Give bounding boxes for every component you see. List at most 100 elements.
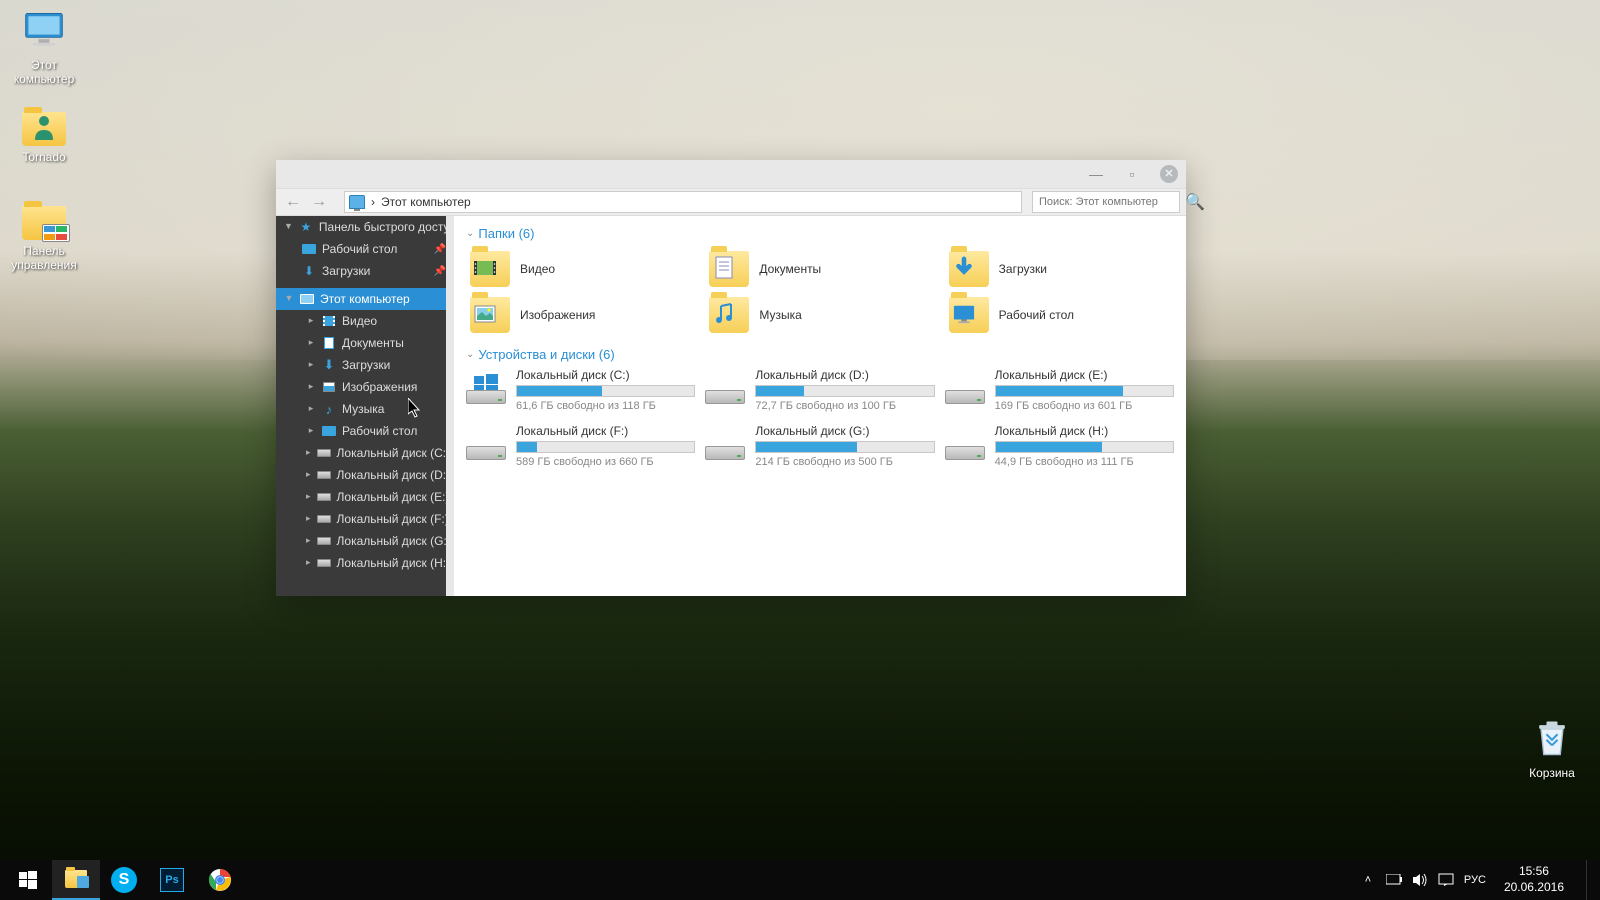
tray-clock[interactable]: 15:56 20.06.2016 [1496, 864, 1572, 895]
folder-item[interactable]: Загрузки [945, 247, 1174, 291]
sidebar-item[interactable]: ▸Локальный диск (D:) [276, 464, 454, 486]
section-drives[interactable]: ⌄ Устройства и диски (6) [466, 347, 1174, 362]
pin-icon: 📌 [434, 244, 446, 255]
sidebar-item[interactable]: ▸Локальный диск (C:) [276, 442, 454, 464]
chevron-icon: ▸ [306, 315, 316, 326]
drive-usage-bar [516, 385, 695, 397]
drive-item[interactable]: Локальный диск (C:)61,6 ГБ свободно из 1… [466, 368, 695, 412]
drive-usage-bar [755, 385, 934, 397]
folder-icon [470, 251, 510, 287]
taskbar-chrome[interactable] [196, 860, 244, 900]
drive-item[interactable]: Локальный диск (D:)72,7 ГБ свободно из 1… [705, 368, 934, 412]
taskbar-explorer[interactable] [52, 860, 100, 900]
folder-item[interactable]: Рабочий стол [945, 293, 1174, 337]
skype-icon: S [111, 867, 137, 893]
folder-icon [949, 251, 989, 287]
drive-icon [317, 446, 331, 460]
drive-icon [317, 556, 331, 570]
drive-usage-bar [755, 441, 934, 453]
desktop-icon-recycle-bin[interactable]: Корзина [1514, 714, 1590, 780]
sidebar: ▼ ★ Панель быстрого доступа Рабочий стол… [276, 216, 454, 596]
start-button[interactable] [4, 860, 52, 900]
close-button[interactable]: ✕ [1160, 165, 1178, 183]
search-box[interactable]: 🔍 [1032, 191, 1180, 213]
section-folders[interactable]: ⌄ Папки (6) [466, 226, 1174, 241]
drive-icon [945, 374, 985, 404]
folder-item[interactable]: Музыка [705, 293, 934, 337]
drive-item[interactable]: Локальный диск (H:)44,9 ГБ свободно из 1… [945, 424, 1174, 468]
address-bar[interactable]: › Этот компьютер [344, 191, 1022, 213]
desk-icon [322, 424, 336, 438]
explorer-window: — ▫ ✕ ← → › Этот компьютер 🔍 ▼ ★ Панель … [276, 160, 1186, 596]
folder-item[interactable]: Видео [466, 247, 695, 291]
drive-item[interactable]: Локальный диск (G:)214 ГБ свободно из 50… [705, 424, 934, 468]
drive-item[interactable]: Локальный диск (E:)169 ГБ свободно из 60… [945, 368, 1174, 412]
star-icon: ★ [299, 220, 313, 234]
minimize-button[interactable]: — [1088, 166, 1104, 182]
sidebar-item[interactable]: ▸Локальный диск (F:) [276, 508, 454, 530]
tray-volume-icon[interactable] [1412, 872, 1428, 888]
sidebar-item[interactable]: ▸♪Музыка [276, 398, 454, 420]
drive-icon [705, 374, 745, 404]
sidebar-item[interactable]: ▸Видео [276, 310, 454, 332]
chevron-down-icon: ▼ [284, 221, 293, 231]
tray-chevron-up-icon[interactable]: ˄ [1360, 872, 1376, 888]
folder-icon [709, 297, 749, 333]
img-icon [322, 380, 336, 394]
content-pane: ⌄ Папки (6) ВидеоДокументыЗагрузки Изобра… [454, 216, 1186, 596]
drive-usage-bar [995, 385, 1174, 397]
folder-icon [470, 297, 510, 333]
maximize-button[interactable]: ▫ [1124, 166, 1140, 182]
back-button[interactable]: ← [282, 191, 304, 213]
desktop-icon-tornado[interactable]: Tornado [6, 104, 82, 164]
drive-item[interactable]: Локальный диск (F:)589 ГБ свободно из 66… [466, 424, 695, 468]
window-titlebar[interactable]: — ▫ ✕ [276, 160, 1186, 188]
tray-language[interactable]: РУС [1464, 874, 1486, 886]
folder-icon [709, 251, 749, 287]
folder-icon [65, 870, 87, 888]
taskbar-photoshop[interactable]: Ps [148, 860, 196, 900]
folder-icon [949, 297, 989, 333]
pin-icon: 📌 [434, 266, 446, 277]
sidebar-item[interactable]: ▸Изображения [276, 376, 454, 398]
computer-icon [20, 6, 68, 54]
music-icon: ♪ [322, 402, 336, 416]
sidebar-item[interactable]: ▸Локальный диск (G:) [276, 530, 454, 552]
download-icon: ⬇ [302, 264, 316, 278]
chevron-icon: ▸ [306, 513, 311, 524]
chevron-icon: ▸ [306, 403, 316, 414]
chevron-down-icon: ⌄ [466, 228, 474, 239]
dl-icon: ⬇ [322, 358, 336, 372]
sidebar-item-desktop[interactable]: Рабочий стол 📌 [276, 238, 454, 260]
sidebar-item-downloads[interactable]: ⬇ Загрузки 📌 [276, 260, 454, 282]
windows-icon [19, 871, 37, 889]
sidebar-scrollbar[interactable] [446, 216, 454, 596]
drive-icon [466, 430, 506, 460]
desktop-icon-control-panel[interactable]: Панель управления [6, 198, 82, 272]
drive-icon [466, 374, 506, 404]
sidebar-item[interactable]: ▸Рабочий стол [276, 420, 454, 442]
taskbar: S Ps ˄ РУС 15:56 20.06.2016 [0, 860, 1600, 900]
chevron-icon: ▸ [306, 447, 311, 458]
folder-item[interactable]: Изображения [466, 293, 695, 337]
search-input[interactable] [1039, 196, 1181, 208]
chevron-icon: ▸ [306, 557, 311, 568]
sidebar-item[interactable]: ▸Документы [276, 332, 454, 354]
pc-icon [349, 195, 365, 209]
show-desktop-button[interactable] [1586, 860, 1592, 900]
sidebar-item[interactable]: ▸Локальный диск (H:) [276, 552, 454, 574]
film-icon [322, 314, 336, 328]
taskbar-skype[interactable]: S [100, 860, 148, 900]
sidebar-quick-access[interactable]: ▼ ★ Панель быстрого доступа [276, 216, 454, 238]
desktop-icon-this-pc[interactable]: Этот компьютер [6, 6, 82, 86]
tray-network-icon[interactable] [1386, 872, 1402, 888]
pc-icon [300, 294, 314, 304]
tray-action-center-icon[interactable] [1438, 872, 1454, 888]
folder-item[interactable]: Документы [705, 247, 934, 291]
sidebar-this-pc[interactable]: ▼ Этот компьютер [276, 288, 454, 310]
forward-button[interactable]: → [308, 191, 330, 213]
drive-icon [317, 468, 331, 482]
sidebar-item[interactable]: ▸⬇Загрузки [276, 354, 454, 376]
search-icon: 🔍 [1185, 192, 1205, 212]
sidebar-item[interactable]: ▸Локальный диск (E:) [276, 486, 454, 508]
